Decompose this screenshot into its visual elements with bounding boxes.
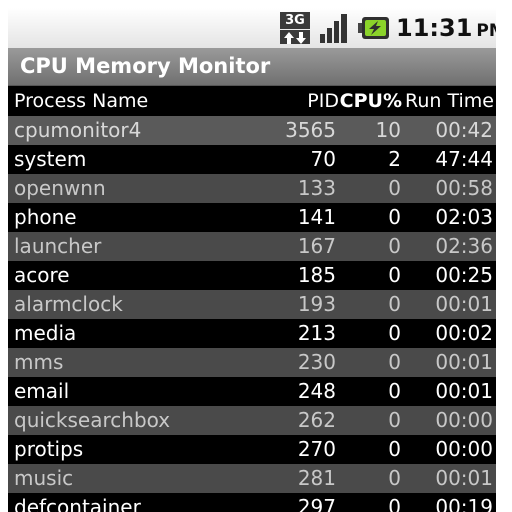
process-name: launcher	[14, 234, 102, 258]
process-cpu: 10	[375, 118, 401, 142]
table-row[interactable]: system 70 2 47:44	[8, 145, 496, 174]
process-runtime: 00:25	[435, 263, 493, 287]
status-bar: 3G 11:31PM	[8, 8, 496, 48]
process-name: alarmclock	[14, 292, 123, 316]
process-runtime: 00:01	[435, 350, 493, 374]
table-row[interactable]: music 281 0 00:01	[8, 464, 496, 493]
process-name: quicksearchbox	[14, 408, 171, 432]
process-pid: 185	[297, 263, 336, 287]
process-name: acore	[14, 263, 70, 287]
process-name: protips	[14, 437, 84, 461]
table-row[interactable]: cpumonitor4 3565 10 00:42	[8, 116, 496, 145]
table-row[interactable]: phone 141 0 02:03	[8, 203, 496, 232]
phone-screen: 3G 11:31PM	[8, 8, 496, 512]
process-list: cpumonitor4 3565 10 00:42 system 70 2 47…	[8, 116, 496, 512]
data-arrows-icon	[280, 30, 310, 44]
header-process-name[interactable]: Process Name	[14, 86, 148, 116]
signal-icon	[318, 12, 350, 44]
status-clock: 11:31PM	[396, 12, 496, 44]
process-runtime: 00:01	[435, 292, 493, 316]
process-pid: 167	[297, 234, 336, 258]
process-name: cpumonitor4	[14, 118, 142, 142]
clock-ampm: PM	[476, 21, 496, 41]
process-pid: 262	[297, 408, 336, 432]
table-row[interactable]: media 213 0 00:02	[8, 319, 496, 348]
process-cpu: 0	[388, 408, 401, 432]
table-row[interactable]: mms 230 0 00:01	[8, 348, 496, 377]
process-name: system	[14, 147, 87, 171]
table-row[interactable]: alarmclock 193 0 00:01	[8, 290, 496, 319]
table-row[interactable]: defcontainer 297 0 00:19	[8, 493, 496, 512]
table-row[interactable]: protips 270 0 00:00	[8, 435, 496, 464]
process-name: openwnn	[14, 176, 106, 200]
process-cpu: 0	[388, 350, 401, 374]
table-row[interactable]: openwnn 133 0 00:58	[8, 174, 496, 203]
process-runtime: 47:44	[435, 147, 493, 171]
battery-charging-icon	[358, 16, 390, 40]
process-cpu: 0	[388, 234, 401, 258]
process-cpu: 0	[388, 292, 401, 316]
table-row[interactable]: quicksearchbox 262 0 00:00	[8, 406, 496, 435]
process-runtime: 00:00	[435, 408, 493, 432]
clock-time: 11:31	[396, 14, 473, 42]
process-runtime: 00:19	[435, 495, 493, 512]
process-pid: 270	[297, 437, 336, 461]
process-name: music	[14, 466, 74, 490]
process-name: defcontainer	[14, 495, 141, 512]
process-cpu: 0	[388, 205, 401, 229]
process-cpu: 2	[388, 147, 401, 171]
process-cpu: 0	[388, 321, 401, 345]
process-runtime: 02:36	[435, 234, 493, 258]
header-pid[interactable]: PID	[307, 86, 339, 116]
header-cpu[interactable]: CPU%	[340, 86, 402, 116]
process-cpu: 0	[388, 437, 401, 461]
app-title: CPU Memory Monitor	[20, 54, 271, 78]
process-pid: 141	[297, 205, 336, 229]
process-pid: 133	[297, 176, 336, 200]
table-row[interactable]: email 248 0 00:01	[8, 377, 496, 406]
process-pid: 230	[297, 350, 336, 374]
process-name: phone	[14, 205, 77, 229]
process-cpu: 0	[388, 379, 401, 403]
table-row[interactable]: launcher 167 0 02:36	[8, 232, 496, 261]
process-runtime: 00:02	[435, 321, 493, 345]
table-row[interactable]: acore 185 0 00:25	[8, 261, 496, 290]
process-cpu: 0	[388, 263, 401, 287]
app-title-bar: CPU Memory Monitor	[8, 48, 496, 86]
process-name: media	[14, 321, 77, 345]
process-cpu: 0	[388, 495, 401, 512]
header-run-time[interactable]: Run Time	[405, 86, 494, 116]
process-cpu: 0	[388, 176, 401, 200]
process-runtime: 00:01	[435, 379, 493, 403]
process-pid: 70	[310, 147, 336, 171]
process-cpu: 0	[388, 466, 401, 490]
network-3g-icon: 3G	[280, 12, 310, 44]
column-header-row: Process Name PID CPU% Run Time	[8, 86, 496, 116]
process-pid: 281	[297, 466, 336, 490]
process-name: mms	[14, 350, 64, 374]
process-name: email	[14, 379, 70, 403]
process-pid: 297	[297, 495, 336, 512]
process-runtime: 02:03	[435, 205, 493, 229]
process-runtime: 00:00	[435, 437, 493, 461]
process-runtime: 00:42	[435, 118, 493, 142]
network-type-label: 3G	[280, 12, 310, 29]
process-pid: 213	[297, 321, 336, 345]
process-pid: 193	[297, 292, 336, 316]
process-pid: 3565	[285, 118, 336, 142]
process-runtime: 00:01	[435, 466, 493, 490]
process-pid: 248	[297, 379, 336, 403]
process-runtime: 00:58	[435, 176, 493, 200]
